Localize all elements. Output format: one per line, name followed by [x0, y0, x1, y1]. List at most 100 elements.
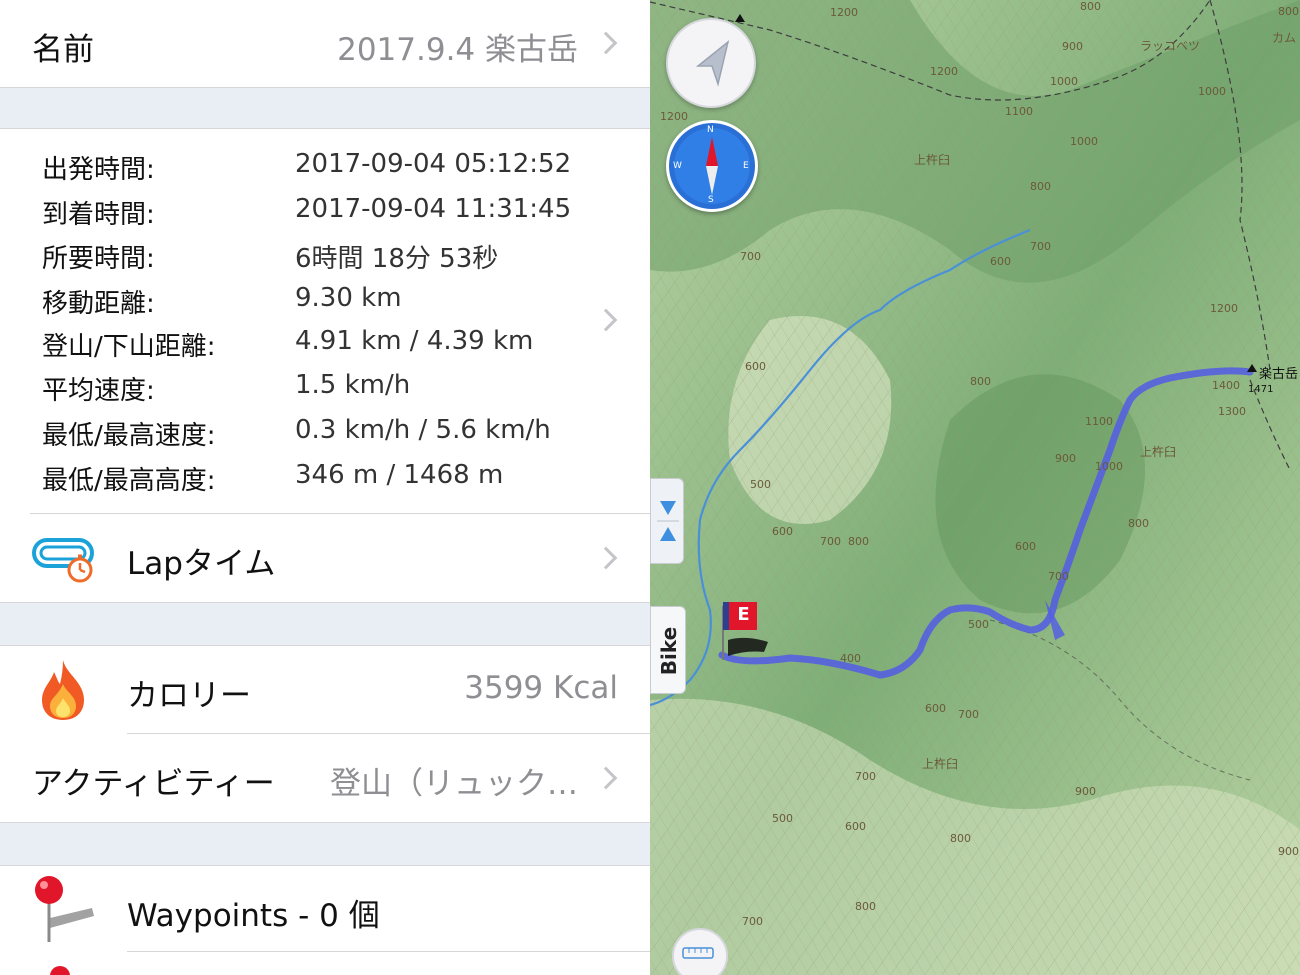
contour-label: 400 — [840, 652, 861, 665]
contour-label: 1200 — [830, 6, 858, 19]
stat-value: 2017-09-04 11:31:45 — [295, 194, 572, 224]
ruler-icon — [682, 947, 714, 959]
contour-label: 600 — [925, 702, 946, 715]
contour-label: 1000 — [1070, 135, 1098, 148]
contour-label: 800 — [1030, 180, 1051, 193]
end-flag-icon[interactable]: E — [716, 600, 776, 670]
track-detail-panel: 名前 2017.9.4 楽古岳 出発時間: 2017-09-04 05:12:5… — [0, 0, 650, 975]
divider — [127, 951, 650, 952]
contour-label: 700 — [1030, 240, 1051, 253]
scale-button[interactable] — [672, 928, 728, 975]
waypoints-row[interactable]: Waypoints - 0 個 — [0, 866, 650, 975]
calorie-row: カロリー 3599 Kcal — [0, 646, 650, 734]
name-row[interactable]: 名前 2017.9.4 楽古岳 — [0, 0, 650, 88]
name-value: 2017.9.4 楽古岳 — [337, 32, 578, 68]
stat-label: 移動距離: — [42, 289, 155, 319]
contour-label: 1000 — [1050, 75, 1078, 88]
contour-label: 800 — [848, 535, 869, 548]
stat-label: 最低/最高高度: — [42, 466, 216, 496]
contour-label: 800 — [1128, 517, 1149, 530]
contour-label: 500 — [772, 812, 793, 825]
stat-label: 平均速度: — [42, 376, 155, 406]
pin-icon — [28, 872, 98, 946]
place-label: 上杵臼 — [922, 756, 958, 771]
lap-stopwatch-icon — [32, 536, 96, 584]
location-arrow-icon — [695, 40, 730, 87]
contour-label: 900 — [1075, 785, 1096, 798]
contour-label: 600 — [772, 525, 793, 538]
contour-label: 700 — [1048, 570, 1069, 583]
contour-label: 1200 — [1210, 302, 1238, 315]
contour-label: 800 — [950, 832, 971, 845]
activity-value: 登山（リュック… — [330, 766, 578, 802]
lap-time-row[interactable]: Lapタイム — [0, 514, 650, 602]
place-label: ラッコベツ — [1140, 39, 1200, 53]
stat-value: 6時間 18分 53秒 — [295, 244, 499, 274]
end-flag-label: E — [737, 604, 750, 625]
contour-label: 1200 — [660, 110, 688, 123]
calorie-label: カロリー — [127, 678, 251, 714]
contour-label: 600 — [845, 820, 866, 833]
section-gap — [0, 823, 650, 865]
place-label: 上杵臼 — [914, 152, 950, 167]
place-label: カム — [1272, 31, 1296, 45]
stat-value: 1.5 km/h — [295, 370, 411, 400]
map-view[interactable]: 1200 1200 1100 1000 900 800 1000 800 120… — [650, 0, 1300, 975]
locate-button[interactable] — [666, 18, 756, 108]
contour-label: 1100 — [1085, 415, 1113, 428]
contour-label: 1200 — [930, 65, 958, 78]
stat-label: 所要時間: — [42, 244, 155, 274]
contour-label: 700 — [855, 770, 876, 783]
contour-label: 600 — [1015, 540, 1036, 553]
contour-label: 700 — [740, 250, 761, 263]
activity-label: アクティビティー — [32, 766, 275, 802]
contour-label: 700 — [820, 535, 841, 548]
name-label: 名前 — [32, 32, 94, 68]
compass-e: E — [743, 161, 749, 171]
contour-label: 1100 — [1005, 105, 1033, 118]
stat-value: 9.30 km — [295, 283, 402, 313]
activity-row[interactable]: アクティビティー 登山（リュック… — [0, 734, 650, 822]
chevron-right-icon — [594, 31, 618, 55]
contour-label: 1000 — [1198, 85, 1226, 98]
peak-name: 楽古岳 — [1259, 366, 1298, 382]
stat-label: 最低/最高速度: — [42, 421, 216, 451]
expand-arrows-icon — [657, 501, 679, 541]
contour-label: 900 — [1062, 40, 1083, 53]
next-row-icon — [50, 966, 70, 975]
stat-value: 2017-09-04 05:12:52 — [295, 149, 572, 179]
contour-label: 900 — [1055, 452, 1076, 465]
compass-w: W — [673, 161, 682, 171]
contour-label: 800 — [1080, 0, 1101, 13]
contour-label: 1000 — [1095, 460, 1123, 473]
stats-row[interactable]: 出発時間: 2017-09-04 05:12:52 到着時間: 2017-09-… — [0, 129, 650, 514]
section-gap — [0, 88, 650, 128]
stat-value: 4.91 km / 4.39 km — [295, 326, 534, 356]
split-toggle-button[interactable] — [650, 478, 684, 564]
compass-n: N — [707, 125, 714, 135]
mode-tab-label: Bike — [657, 626, 681, 676]
contour-label: 500 — [750, 478, 771, 491]
stat-label: 到着時間: — [42, 200, 155, 230]
peak-elevation: 1471 — [1248, 384, 1273, 395]
stat-value: 346 m / 1468 m — [295, 460, 504, 490]
mode-tab-bike[interactable]: Bike — [650, 606, 686, 694]
chevron-right-icon — [594, 766, 618, 790]
chevron-right-icon — [594, 308, 618, 332]
contour-label: 1400 — [1212, 379, 1240, 392]
contour-label: 1300 — [1218, 405, 1246, 418]
section-gap — [0, 603, 650, 645]
contour-label: 500 — [968, 618, 989, 631]
place-label: 上杵臼 — [1140, 444, 1176, 459]
contour-label: 600 — [745, 360, 766, 373]
stat-label: 登山/下山距離: — [42, 332, 216, 362]
contour-label: 800 — [970, 375, 991, 388]
compass-button[interactable]: N S E W — [666, 120, 758, 212]
stat-label: 出発時間: — [42, 155, 155, 185]
lap-time-label: Lapタイム — [127, 546, 276, 582]
contour-label: 600 — [990, 255, 1011, 268]
waypoints-label: Waypoints - 0 個 — [127, 898, 380, 934]
stat-value: 0.3 km/h / 5.6 km/h — [295, 415, 551, 445]
flame-icon — [38, 658, 88, 722]
contour-label: 800 — [1278, 5, 1299, 18]
